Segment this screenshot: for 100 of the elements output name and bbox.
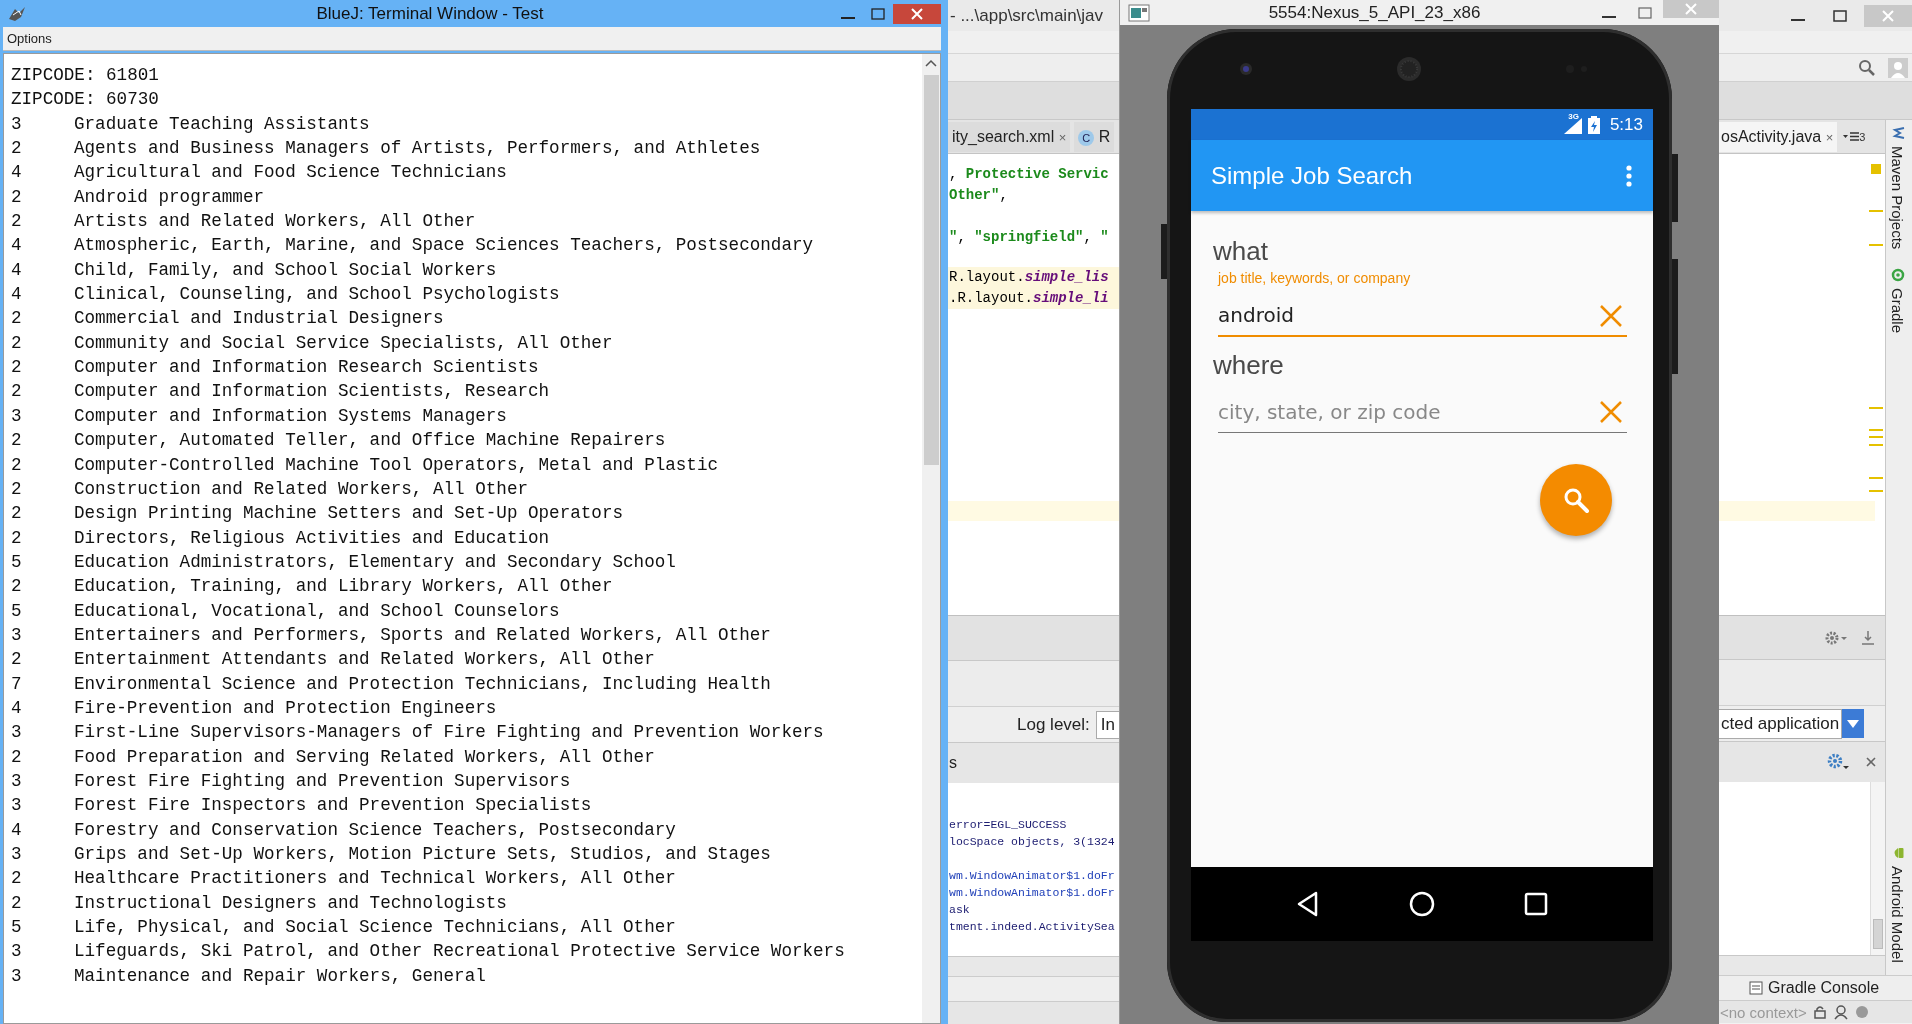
log-line: locSpace objects, 3(1324 (948, 834, 1116, 850)
job-count: 5 (11, 599, 23, 623)
job-count: 2 (11, 185, 23, 209)
maven-icon (1890, 126, 1905, 140)
tool-window-button[interactable]: Maven Projects (1889, 126, 1906, 250)
job-count: 2 (11, 307, 23, 331)
job-count: 2 (11, 137, 23, 161)
editor-tab[interactable]: ity_search.xml × (948, 121, 1071, 152)
close-icon (1684, 3, 1698, 15)
close-icon (910, 7, 924, 20)
inspector-icon[interactable] (1832, 1004, 1849, 1020)
editor-tab[interactable]: C R (1074, 121, 1115, 152)
job-count: 2 (11, 331, 23, 355)
job-count: 3 (11, 843, 23, 866)
scrollbar-thumb[interactable] (923, 75, 939, 465)
job-count: 3 (11, 721, 23, 745)
job-title: Environmental Science and Protection Technicians, Including Health (74, 672, 771, 696)
job-title: Education, Training, and Library Workers, All Other (74, 575, 613, 599)
job-count: 4 (11, 161, 23, 185)
job-count: 2 (11, 210, 23, 234)
close-button[interactable] (893, 3, 941, 24)
job-title: Directors, Religious Activities and Education (74, 526, 550, 550)
job-title: Lifeguards, Ski Patrol, and Other Recreational Protective Service Workers (74, 940, 845, 964)
error-stripe (1869, 429, 1883, 431)
log-line: wm.WindowAnimator$1.doFr (948, 868, 1116, 884)
code-line: Other", (948, 186, 1009, 205)
tab-overflow-button[interactable]: 3 (1841, 126, 1868, 147)
job-count: 3 (11, 794, 23, 818)
error-stripe (1869, 477, 1883, 479)
job-title: Fire-Prevention and Protection Engineers (74, 696, 497, 720)
panel-title: s (948, 754, 957, 772)
network-type: 3G (1568, 112, 1579, 121)
job-title: Computer and Information Research Scientists (74, 356, 539, 380)
job-title: Entertainers and Performers, Sports and Related Workers, All Other (74, 623, 771, 647)
job-count: 2 (11, 477, 23, 501)
close-icon[interactable] (1865, 756, 1877, 768)
search-icon[interactable] (1858, 58, 1876, 77)
search-button[interactable] (1540, 464, 1612, 536)
recents-icon[interactable] (1524, 892, 1549, 916)
field-hint: job title, keywords, or company (1218, 269, 1412, 287)
log-line: tment.indeed.ActivitySea (948, 919, 1116, 935)
job-title: Forest Fire Inspectors and Prevention Specialists (74, 794, 592, 818)
back-icon[interactable] (1295, 891, 1320, 917)
maximize-icon (1833, 9, 1847, 22)
download-icon[interactable] (1861, 629, 1875, 646)
editor-tab[interactable]: osActivity.java × (1719, 121, 1838, 152)
caret-icon (1847, 719, 1860, 728)
camera-icon (1239, 62, 1253, 76)
status-indicator-icon (1854, 1005, 1869, 1019)
job-count: 4 (11, 696, 23, 720)
job-count: 3 (11, 623, 23, 647)
job-count: 4 (11, 283, 23, 307)
job-title: Forest Fire Fighting and Prevention Supervisors (74, 769, 571, 793)
job-count: 3 (11, 940, 23, 964)
job-count: 2 (11, 575, 23, 599)
job-title: First-Line Supervisors-Managers of Fire Fighting and Prevention Workers (74, 721, 824, 745)
scrollbar[interactable] (922, 54, 940, 1023)
field-label: where (1213, 349, 1285, 382)
error-stripe (1869, 210, 1883, 212)
overflow-menu-icon[interactable] (1625, 164, 1633, 187)
inspection-marker (1871, 164, 1881, 174)
job-title: Agricultural and Food Science Technicians (74, 161, 507, 185)
code-line: , Protective Servic (948, 165, 1110, 184)
status-time: 5:13 (1609, 114, 1643, 135)
job-title: Food Preparation and Serving Related Workers, All Other (74, 745, 655, 769)
home-icon[interactable] (1409, 891, 1435, 917)
job-title: Graduate Teaching Assistants (74, 112, 370, 136)
error-stripe (1869, 490, 1883, 492)
job-title: Computer and Information Scientists, Research (74, 380, 550, 404)
log-level-dropdown[interactable]: In (1095, 710, 1119, 739)
job-title: Android programmer (74, 185, 265, 209)
job-count: 2 (11, 648, 23, 672)
maximize-icon (1638, 6, 1652, 19)
job-title: Life, Physical, and Social Science Technicians, All Other (74, 916, 676, 940)
job-title: Construction and Related Workers, All Other (74, 477, 528, 501)
input-field[interactable]: android (1218, 295, 1627, 337)
input-field[interactable]: city, state, or zip code (1218, 391, 1627, 433)
job-title: Agents and Business Managers of Artists, Performers, and Athletes (74, 137, 761, 161)
error-stripe (1869, 407, 1883, 409)
clear-icon[interactable] (1599, 304, 1623, 328)
lock-icon[interactable] (1812, 1005, 1827, 1019)
job-count: 2 (11, 526, 23, 550)
job-title: Design Printing Machine Setters and Set-Up Operators (74, 502, 623, 526)
process-dropdown[interactable]: cted application (1719, 708, 1843, 739)
close-icon (1881, 9, 1895, 22)
scroll-up-icon[interactable] (925, 59, 937, 67)
window-title: - ...\app\src\main\jav (949, 5, 1104, 26)
field-label: what (1213, 235, 1269, 268)
job-count: 2 (11, 745, 23, 769)
dropdown-arrow-button[interactable] (1842, 709, 1865, 738)
tool-window-button[interactable]: Gradle (1889, 268, 1906, 334)
menu-item[interactable]: Options (3, 31, 56, 46)
scrollbar[interactable] (1870, 782, 1885, 955)
minimize-icon (1791, 18, 1805, 21)
job-title: Community and Social Service Specialists, All Other (74, 331, 613, 355)
clear-icon[interactable] (1599, 400, 1623, 424)
job-title: Commercial and Industrial Designers (74, 307, 444, 331)
job-count: 2 (11, 356, 23, 380)
window-icon (1128, 3, 1150, 22)
tool-window-button[interactable]: Android Model (1889, 846, 1906, 963)
